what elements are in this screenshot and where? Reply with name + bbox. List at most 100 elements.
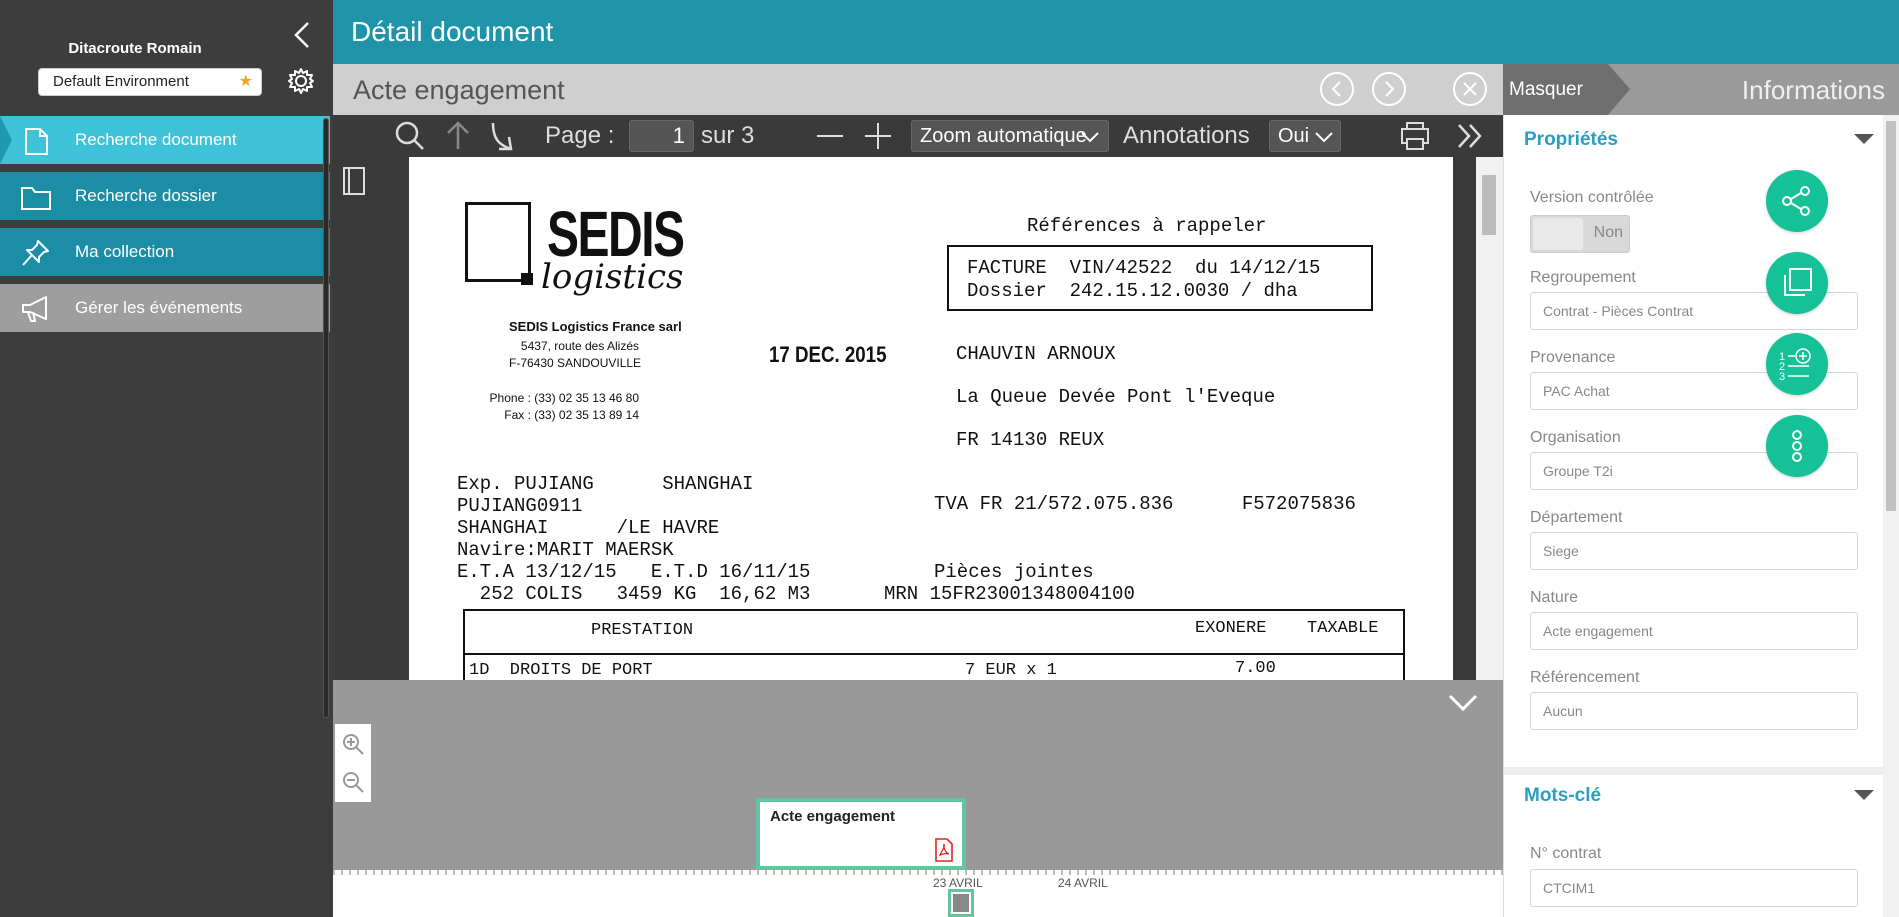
column-prestation: PRESTATION	[591, 621, 694, 640]
pdf-page: SEDIS logistics SEDIS Logistics France s…	[409, 157, 1453, 680]
zoom-out-minus-icon[interactable]	[813, 119, 847, 153]
environment-select[interactable]: Default Environment ★	[38, 68, 262, 96]
services-table: PRESTATION EXONERE TAXABLE 1D DROITS DE …	[463, 609, 1405, 680]
field-label-provenance: Provenance	[1530, 349, 1616, 366]
shipment-ship: Navire:MARIT MAERSK	[457, 539, 674, 561]
pin-icon	[20, 238, 52, 266]
toggle-value: Non	[1593, 224, 1623, 241]
settings-gear-icon[interactable]	[286, 66, 316, 96]
app-header: Détail document	[333, 0, 1899, 64]
row-quantity: 7 EUR x 1	[965, 661, 1057, 680]
sidebar-scrollbar[interactable]	[323, 118, 329, 718]
share-button[interactable]	[1766, 170, 1828, 232]
favorite-star-icon[interactable]: ★	[239, 69, 253, 95]
timeline-position-marker[interactable]	[948, 889, 974, 917]
chevron-down-icon	[1081, 132, 1099, 143]
collapse-timeline-chevron-down-icon[interactable]	[1446, 690, 1480, 716]
next-page-arrow-down-icon[interactable]	[485, 119, 519, 153]
page-total: sur 3	[701, 122, 755, 149]
zoom-out-icon[interactable]	[341, 770, 365, 794]
reference-file: Dossier 242.15.12.0030 / dha	[967, 280, 1298, 302]
more-tools-double-chevron-icon[interactable]	[1453, 119, 1487, 153]
client-name: CHAUVIN ARNOUX	[956, 343, 1116, 365]
timeline: Acte engagement	[333, 680, 1503, 870]
field-contract[interactable]: CTCIM1	[1530, 869, 1858, 907]
zoom-value: Zoom automatique	[920, 125, 1087, 147]
field-nature[interactable]: Acte engagement	[1530, 612, 1858, 650]
pdf-scrollbar[interactable]	[1476, 157, 1503, 680]
column-exonere: EXONERE	[1195, 619, 1267, 638]
attachments-label: Pièces jointes	[934, 561, 1094, 583]
annotations-select[interactable]: Oui	[1269, 120, 1341, 152]
shipment-exp: Exp. PUJIANG SHANGHAI	[457, 473, 754, 495]
shipment-dates: E.T.A 13/12/15 E.T.D 16/11/15	[457, 561, 811, 583]
annotations-label: Annotations	[1123, 122, 1250, 149]
nav-recherche-dossier[interactable]: Recherche dossier	[0, 172, 330, 220]
info-panel-title: Informations	[1741, 75, 1885, 105]
document-icon	[20, 126, 52, 155]
field-label-organisation: Organisation	[1530, 429, 1621, 446]
pdf-viewer[interactable]: SEDIS logistics SEDIS Logistics France s…	[373, 157, 1476, 680]
info-panel: Propriétés Version contrôlée Non Regroup…	[1503, 115, 1883, 917]
chevron-down-icon	[1315, 132, 1333, 143]
section-keywords-header[interactable]: Mots-clé	[1524, 785, 1601, 807]
previous-document-button[interactable]	[1320, 72, 1354, 106]
info-panel-scrollbar-thumb[interactable]	[1886, 121, 1896, 511]
shipment-volume: 252 COLIS 3459 KG 16,62 M3	[457, 583, 811, 605]
collapse-sidebar-chevron-left-icon[interactable]	[290, 20, 314, 50]
timeline-document-card[interactable]: Acte engagement	[756, 798, 966, 870]
pdf-toolbar: Page : 1 sur 3 Zoom automatique Annotati…	[333, 115, 1503, 157]
more-options-button[interactable]	[1766, 415, 1828, 477]
row-label: 1D DROITS DE PORT	[469, 661, 653, 680]
zoom-in-plus-icon[interactable]	[861, 119, 895, 153]
previous-page-arrow-up-icon[interactable]	[443, 119, 473, 153]
zoom-select[interactable]: Zoom automatique	[911, 120, 1109, 152]
close-document-button[interactable]	[1453, 72, 1487, 106]
reference-invoice: FACTURE VIN/42522 du 14/12/15	[967, 257, 1321, 279]
caret-down-icon[interactable]	[1854, 134, 1874, 144]
copy-icon	[1784, 268, 1812, 296]
nav-recherche-document[interactable]: Recherche document	[0, 116, 330, 164]
folder-icon	[20, 182, 52, 210]
nav-ma-collection[interactable]: Ma collection	[0, 228, 330, 276]
company-address-1: 5437, route des Alizés	[520, 339, 639, 353]
hide-panel-arrow	[1608, 64, 1630, 115]
section-properties-header[interactable]: Propriétés	[1524, 129, 1618, 151]
user-name: Ditacroute Romain	[68, 40, 202, 57]
next-document-button[interactable]	[1372, 72, 1406, 106]
numbered-list-add-icon: 123	[1779, 348, 1811, 382]
mrn-number: MRN 15FR23001348004100	[884, 583, 1135, 605]
pdf-scrollbar-thumb[interactable]	[1482, 175, 1496, 235]
caret-down-icon[interactable]	[1854, 790, 1874, 800]
field-label-nature: Nature	[1530, 589, 1579, 606]
logo-square	[521, 273, 533, 285]
duplicate-button[interactable]	[1766, 252, 1828, 314]
field-departement[interactable]: Siege	[1530, 532, 1858, 570]
print-icon[interactable]	[1398, 119, 1432, 153]
shipment-route: SHANGHAI /LE HAVRE	[457, 517, 720, 539]
info-panel-header: Masquer Informations	[1503, 64, 1899, 115]
version-toggle[interactable]: Non	[1530, 215, 1630, 253]
section-divider	[1504, 767, 1883, 775]
field-referencement[interactable]: Aucun	[1530, 692, 1858, 730]
version-label: Version contrôlée	[1530, 189, 1654, 206]
nav-label: Recherche dossier	[75, 186, 217, 205]
nav-label: Gérer les événements	[75, 298, 243, 317]
info-panel-scrollbar[interactable]	[1883, 115, 1899, 917]
vertical-dots-icon	[1792, 430, 1802, 462]
column-taxable: TAXABLE	[1307, 619, 1379, 638]
vat-number: TVA FR 21/572.075.836 F572075836	[934, 493, 1356, 515]
search-icon[interactable]	[393, 119, 427, 153]
hide-panel-button[interactable]: Masquer	[1503, 64, 1608, 115]
add-to-list-button[interactable]: 123	[1766, 333, 1828, 395]
references-title: Références à rappeler	[1027, 215, 1267, 237]
annotations-value: Oui	[1278, 125, 1310, 147]
zoom-in-icon[interactable]	[341, 732, 365, 756]
row-value: 7.00	[1235, 659, 1276, 678]
book-outline-icon[interactable]	[341, 165, 367, 197]
company-name: SEDIS Logistics France sarl	[509, 319, 682, 334]
toggle-knob	[1533, 218, 1583, 250]
page-label: Page :	[545, 122, 615, 149]
nav-gerer-evenements[interactable]: Gérer les événements	[0, 284, 330, 332]
page-number-input[interactable]: 1	[629, 120, 694, 152]
